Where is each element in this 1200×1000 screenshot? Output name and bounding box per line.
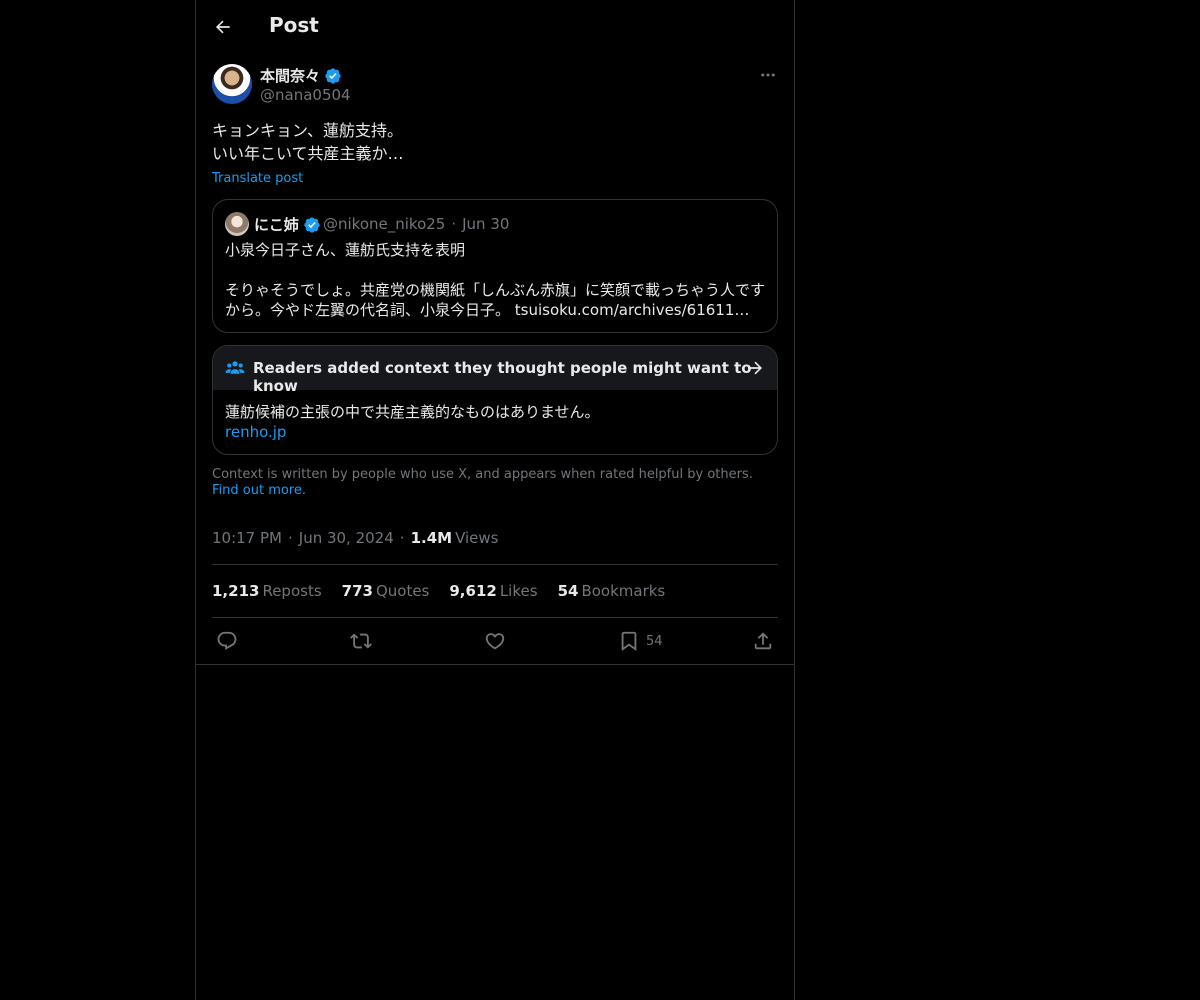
quote-line-3-text: から。今やド左翼の代名詞、小泉今日子。 <box>225 301 511 319</box>
people-icon <box>225 361 245 374</box>
views-count: 1.4M <box>410 529 453 547</box>
bookmark-button[interactable]: 54 <box>618 630 663 652</box>
quote-separator: · <box>451 215 457 233</box>
verified-badge-icon <box>304 216 320 233</box>
quote-line-3: から。今やド左翼の代名詞、小泉今日子。 tsuisoku.com/archive… <box>225 300 769 320</box>
reposts-label: Reposts <box>262 582 322 600</box>
quote-external-link[interactable]: tsuisoku.com/archives/61611… <box>515 301 750 319</box>
post-time[interactable]: 10:17 PM <box>212 529 282 547</box>
translate-post-link[interactable]: Translate post <box>212 171 303 186</box>
quote-date: Jun 30 <box>462 215 510 233</box>
community-note-footer-text: Context is written by people who use X, … <box>212 467 753 482</box>
back-button[interactable] <box>208 12 238 42</box>
quoted-post[interactable]: にこ姉 @nikone_niko25 · Jun 30 小泉今日子さん、蓮舫氏支… <box>212 199 778 333</box>
action-bar: 54 <box>196 618 794 665</box>
arrow-right-icon <box>748 361 763 375</box>
community-note-header[interactable]: Readers added context they thought peopl… <box>213 346 777 395</box>
bookmark-count: 54 <box>646 633 663 649</box>
post-stats: 1,213 Reposts 773 Quotes 9,612 Likes 54 Book… <box>212 582 665 600</box>
meta-separator: · <box>399 529 405 547</box>
bookmark-icon <box>621 631 637 652</box>
more-options-button[interactable] <box>756 64 780 86</box>
quote-avatar <box>225 212 249 236</box>
author-name: 本間奈々 <box>260 67 321 85</box>
views-label: Views <box>455 529 499 547</box>
quote-line-2: そりゃそうでしょ。共産党の機関紙「しんぶん赤旗」に笑顔で載っちゃう人です <box>225 281 766 299</box>
reposts-stat[interactable]: 1,213 Reposts <box>212 582 322 600</box>
likes-count: 9,612 <box>449 582 497 600</box>
author-handle[interactable]: @nana0504 <box>260 86 351 104</box>
quote-name-row: にこ姉 <box>254 214 321 235</box>
quotes-label: Quotes <box>375 582 430 600</box>
repost-icon <box>350 633 372 649</box>
community-note-body: 蓮舫候補の主張の中で共産主義的なものはありません。 <box>225 403 600 421</box>
meta-separator: · <box>287 529 293 547</box>
reposts-count: 1,213 <box>212 582 260 600</box>
repost-button[interactable] <box>350 630 372 652</box>
bookmarks-count: 54 <box>557 582 579 600</box>
author-avatar[interactable] <box>212 64 252 104</box>
community-note-link[interactable]: renho.jp <box>225 423 286 441</box>
more-horizontal-icon <box>761 73 775 77</box>
page-title: Post <box>269 13 319 37</box>
quotes-count: 773 <box>341 582 373 600</box>
post-meta: 10:17 PM · Jun 30, 2024 · 1.4M Views <box>212 529 498 547</box>
community-note-title: Readers added context they thought peopl… <box>253 359 752 395</box>
share-button[interactable] <box>752 630 774 652</box>
quote-meta: @nikone_niko25 · Jun 30 <box>323 215 509 233</box>
post-column: Post 本間奈々 @nana0504 キョンキョン、蓮舫支持。 いい年こいて共… <box>195 0 795 1000</box>
post-text: キョンキョン、蓮舫支持。 いい年こいて共産主義か… <box>212 121 404 163</box>
bookmarks-stat[interactable]: 54 Bookmarks <box>558 582 666 600</box>
find-out-more-link[interactable]: Find out more. <box>212 483 306 498</box>
author-name-row[interactable]: 本間奈々 <box>260 65 342 86</box>
likes-label: Likes <box>499 582 538 600</box>
quote-author-name: にこ姉 <box>254 216 299 234</box>
bookmarks-label: Bookmarks <box>581 582 666 600</box>
heart-icon <box>485 633 505 650</box>
reply-button[interactable] <box>216 630 238 652</box>
reply-icon <box>217 631 237 650</box>
like-button[interactable] <box>484 630 506 652</box>
arrow-left-icon <box>215 20 230 34</box>
verified-badge-icon <box>325 67 341 84</box>
quotes-stat[interactable]: 773 Quotes <box>342 582 430 600</box>
quote-text: 小泉今日子さん、蓮舫氏支持を表明 そりゃそうでしょ。共産党の機関紙「しんぶん赤旗… <box>225 240 769 320</box>
community-note: Readers added context they thought peopl… <box>212 345 778 455</box>
divider <box>212 564 778 565</box>
top-bar: Post <box>196 0 794 54</box>
post-date[interactable]: Jun 30, 2024 <box>299 529 394 547</box>
quote-author-handle: @nikone_niko25 <box>323 215 446 233</box>
likes-stat[interactable]: 9,612 Likes <box>449 582 537 600</box>
share-icon <box>754 632 772 650</box>
community-note-footer: Context is written by people who use X, … <box>212 467 772 499</box>
quote-line-1: 小泉今日子さん、蓮舫氏支持を表明 <box>225 241 466 259</box>
